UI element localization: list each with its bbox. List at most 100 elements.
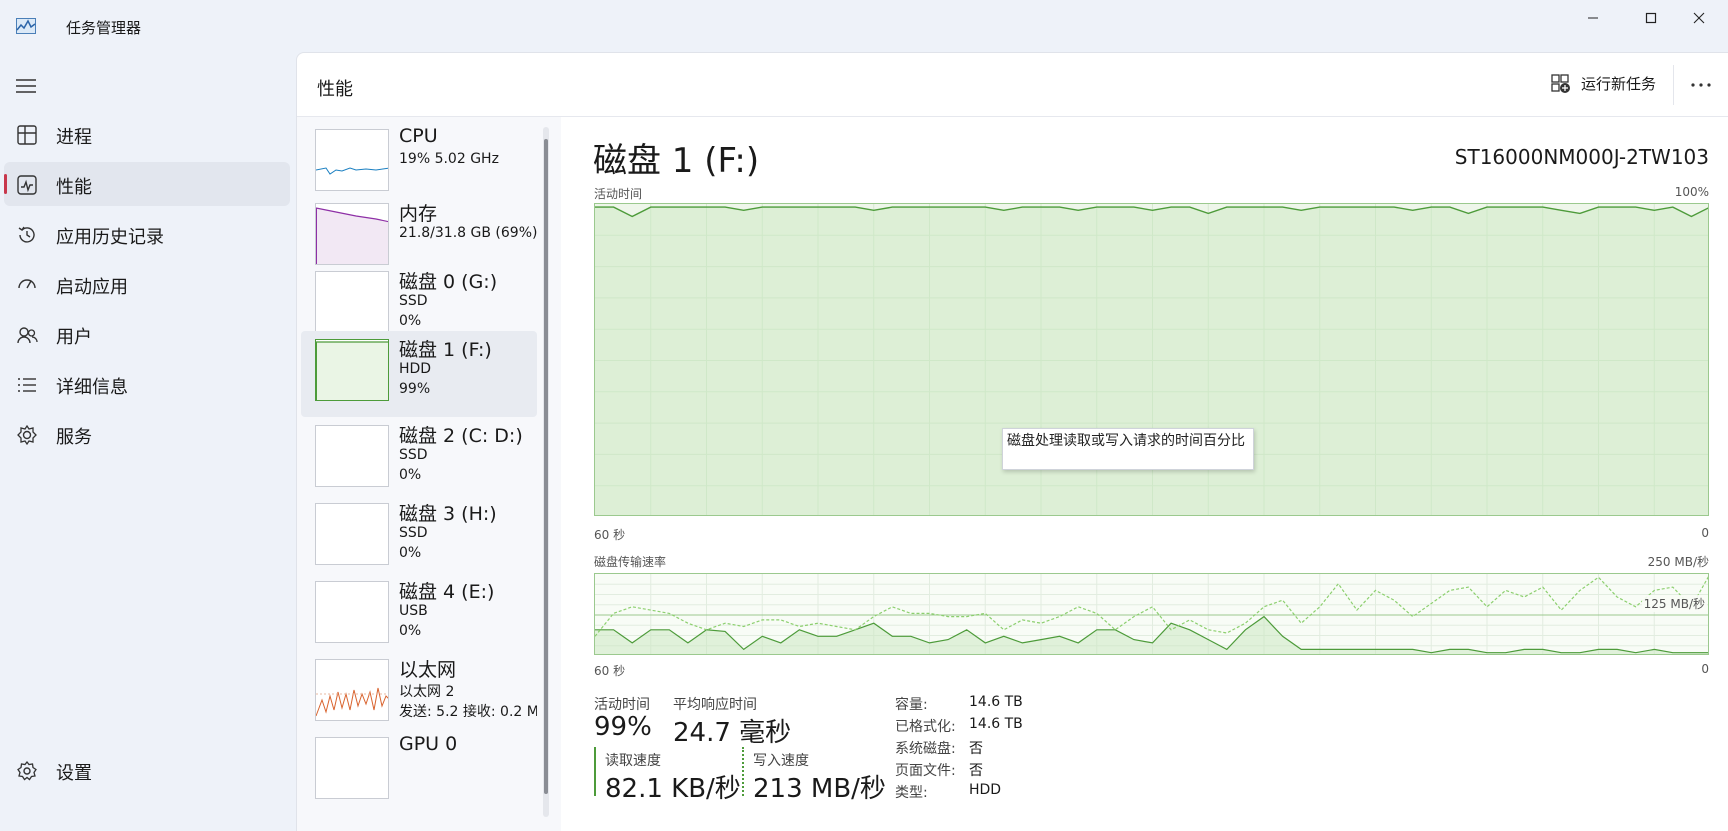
transfer-rate-chart-svg	[595, 574, 1708, 654]
content-header: 性能 运行新任务	[297, 53, 1728, 117]
nav-item-performance[interactable]: 性能	[4, 162, 290, 206]
close-button[interactable]	[1670, 0, 1728, 36]
header-separator	[1673, 65, 1674, 105]
more-options-icon	[1691, 83, 1711, 87]
avg-response-value: 24.7 毫秒	[673, 718, 792, 748]
device-thumbnail-graph	[315, 503, 389, 565]
hamburger-menu-icon[interactable]	[16, 78, 36, 94]
nav-label: 性能	[56, 177, 92, 198]
avg-response-label: 平均响应时间	[673, 697, 757, 713]
nav-item-startup-apps[interactable]: 启动应用	[4, 262, 290, 306]
nav-label: 用户	[56, 327, 92, 348]
activity-chart-label: 活动时间	[594, 187, 643, 201]
device-value: 发送: 5.2 接收: 0.2 M	[399, 704, 537, 720]
page-file-value: 否	[969, 763, 983, 779]
transfer-rate-chart[interactable]	[594, 573, 1709, 655]
details-icon	[18, 378, 36, 392]
device-thumbnail-svg	[316, 207, 388, 264]
device-name: 磁盘 0 (G:)	[399, 271, 498, 293]
device-thumbnail-svg	[316, 687, 388, 717]
read-speed-indicator	[594, 747, 596, 796]
device-name: 磁盘 2 (C: D:)	[399, 425, 523, 447]
system-disk-value: 否	[969, 741, 983, 757]
device-name: 内存	[399, 203, 438, 225]
title-bar: 任务管理器	[0, 0, 1728, 52]
app-history-icon	[18, 226, 35, 243]
device-thumbnail-graph	[315, 659, 389, 721]
activity-chart-max: 100%	[1674, 185, 1709, 199]
device-subtitle: 21.8/31.8 GB (69%)	[399, 225, 538, 241]
device-thumbnail-graph	[315, 203, 389, 265]
nav-item-services[interactable]: 服务	[4, 412, 290, 456]
device-list-scrollbar-thumb[interactable]	[544, 139, 548, 794]
nav-item-details[interactable]: 详细信息	[4, 362, 290, 406]
active-time-label: 活动时间	[594, 697, 650, 713]
type-label: 类型:	[895, 785, 928, 801]
active-time-value: 99%	[594, 712, 652, 742]
startup-apps-icon	[18, 279, 36, 289]
system-disk-label: 系统磁盘:	[895, 741, 956, 757]
device-subtitle: 19% 5.02 GHz	[399, 151, 499, 167]
device-thumbnail-svg	[316, 582, 389, 643]
device-thumbnail-graph	[315, 271, 389, 333]
nav-item-users[interactable]: 用户	[4, 312, 290, 356]
nav-label: 设置	[56, 763, 92, 784]
minimize-icon	[1588, 17, 1598, 19]
device-name: 磁盘 3 (H:)	[399, 503, 497, 525]
transfer-x-left: 60 秒	[594, 664, 626, 678]
more-options-button[interactable]	[1685, 69, 1717, 101]
device-thumbnail-graph	[315, 581, 389, 643]
device-subtitle: SSD	[399, 293, 428, 309]
transfer-chart-label: 磁盘传输速率	[594, 555, 667, 569]
device-thumbnail-svg	[316, 426, 389, 487]
device-name: CPU	[399, 125, 438, 147]
device-list: CPU 19% 5.02 GHz 内存 21.8/31.8 GB (69%) 磁盘 0 …	[297, 117, 561, 831]
device-thumbnail-graph	[315, 339, 389, 401]
device-value: 0%	[399, 623, 422, 639]
page-title: 性能	[317, 79, 353, 100]
read-speed-label: 读取速度	[605, 753, 661, 769]
capacity-label: 容量:	[895, 697, 928, 713]
activity-x-left: 60 秒	[594, 528, 626, 542]
type-value: HDD	[969, 782, 1002, 798]
nav-label: 应用历史记录	[56, 227, 164, 248]
read-speed-value: 82.1 KB/秒	[605, 774, 741, 804]
device-subtitle: SSD	[399, 447, 428, 463]
device-value: 99%	[399, 381, 431, 397]
device-thumbnail-graph	[315, 129, 389, 191]
nav-label: 详细信息	[56, 377, 128, 398]
device-item[interactable]: 磁盘 3 (H:) SSD 0%	[301, 495, 537, 581]
device-item[interactable]: 磁盘 2 (C: D:) SSD 0%	[301, 417, 537, 503]
device-item[interactable]: 磁盘 1 (F:) HDD 99%	[301, 331, 537, 417]
device-item[interactable]: 以太网 以太网 2 发送: 5.2 接收: 0.2 M	[301, 651, 537, 737]
device-value: 0%	[399, 545, 422, 561]
device-thumbnail-graph	[315, 425, 389, 487]
device-value: 0%	[399, 313, 422, 329]
device-subtitle: HDD	[399, 361, 432, 377]
nav-item-processes[interactable]: 进程	[4, 112, 290, 156]
run-new-task-button[interactable]: 运行新任务	[1551, 73, 1656, 94]
nav-item-settings[interactable]: 设置	[4, 748, 290, 792]
device-item[interactable]: 磁盘 4 (E:) USB 0%	[301, 573, 537, 659]
activity-time-tooltip: 磁盘处理读取或写入请求的时间百分比	[1002, 428, 1254, 470]
device-thumbnail-svg	[316, 738, 389, 799]
navigation-pane: 进程 性能 应用历史记录 启动应用 用户 详细信息 服务 设置	[0, 60, 296, 831]
capacity-value: 14.6 TB	[969, 694, 1023, 710]
performance-icon	[17, 175, 37, 195]
device-thumbnail-svg	[316, 341, 388, 400]
formatted-value: 14.6 TB	[969, 716, 1023, 732]
device-name: 磁盘 4 (E:)	[399, 581, 495, 603]
write-speed-label: 写入速度	[753, 753, 809, 769]
task-manager-app-icon	[16, 18, 36, 34]
nav-label: 服务	[56, 427, 92, 448]
run-new-task-icon	[1551, 73, 1570, 93]
nav-item-app-history[interactable]: 应用历史记录	[4, 212, 290, 256]
transfer-x-right: 0	[1701, 662, 1709, 676]
page-file-label: 页面文件:	[895, 763, 956, 779]
services-icon	[17, 424, 37, 446]
device-item[interactable]: GPU 0	[301, 729, 537, 815]
device-subtitle: SSD	[399, 525, 428, 541]
minimize-button[interactable]	[1564, 0, 1622, 36]
device-name: 以太网	[399, 659, 457, 681]
device-thumbnail-svg	[316, 504, 389, 565]
